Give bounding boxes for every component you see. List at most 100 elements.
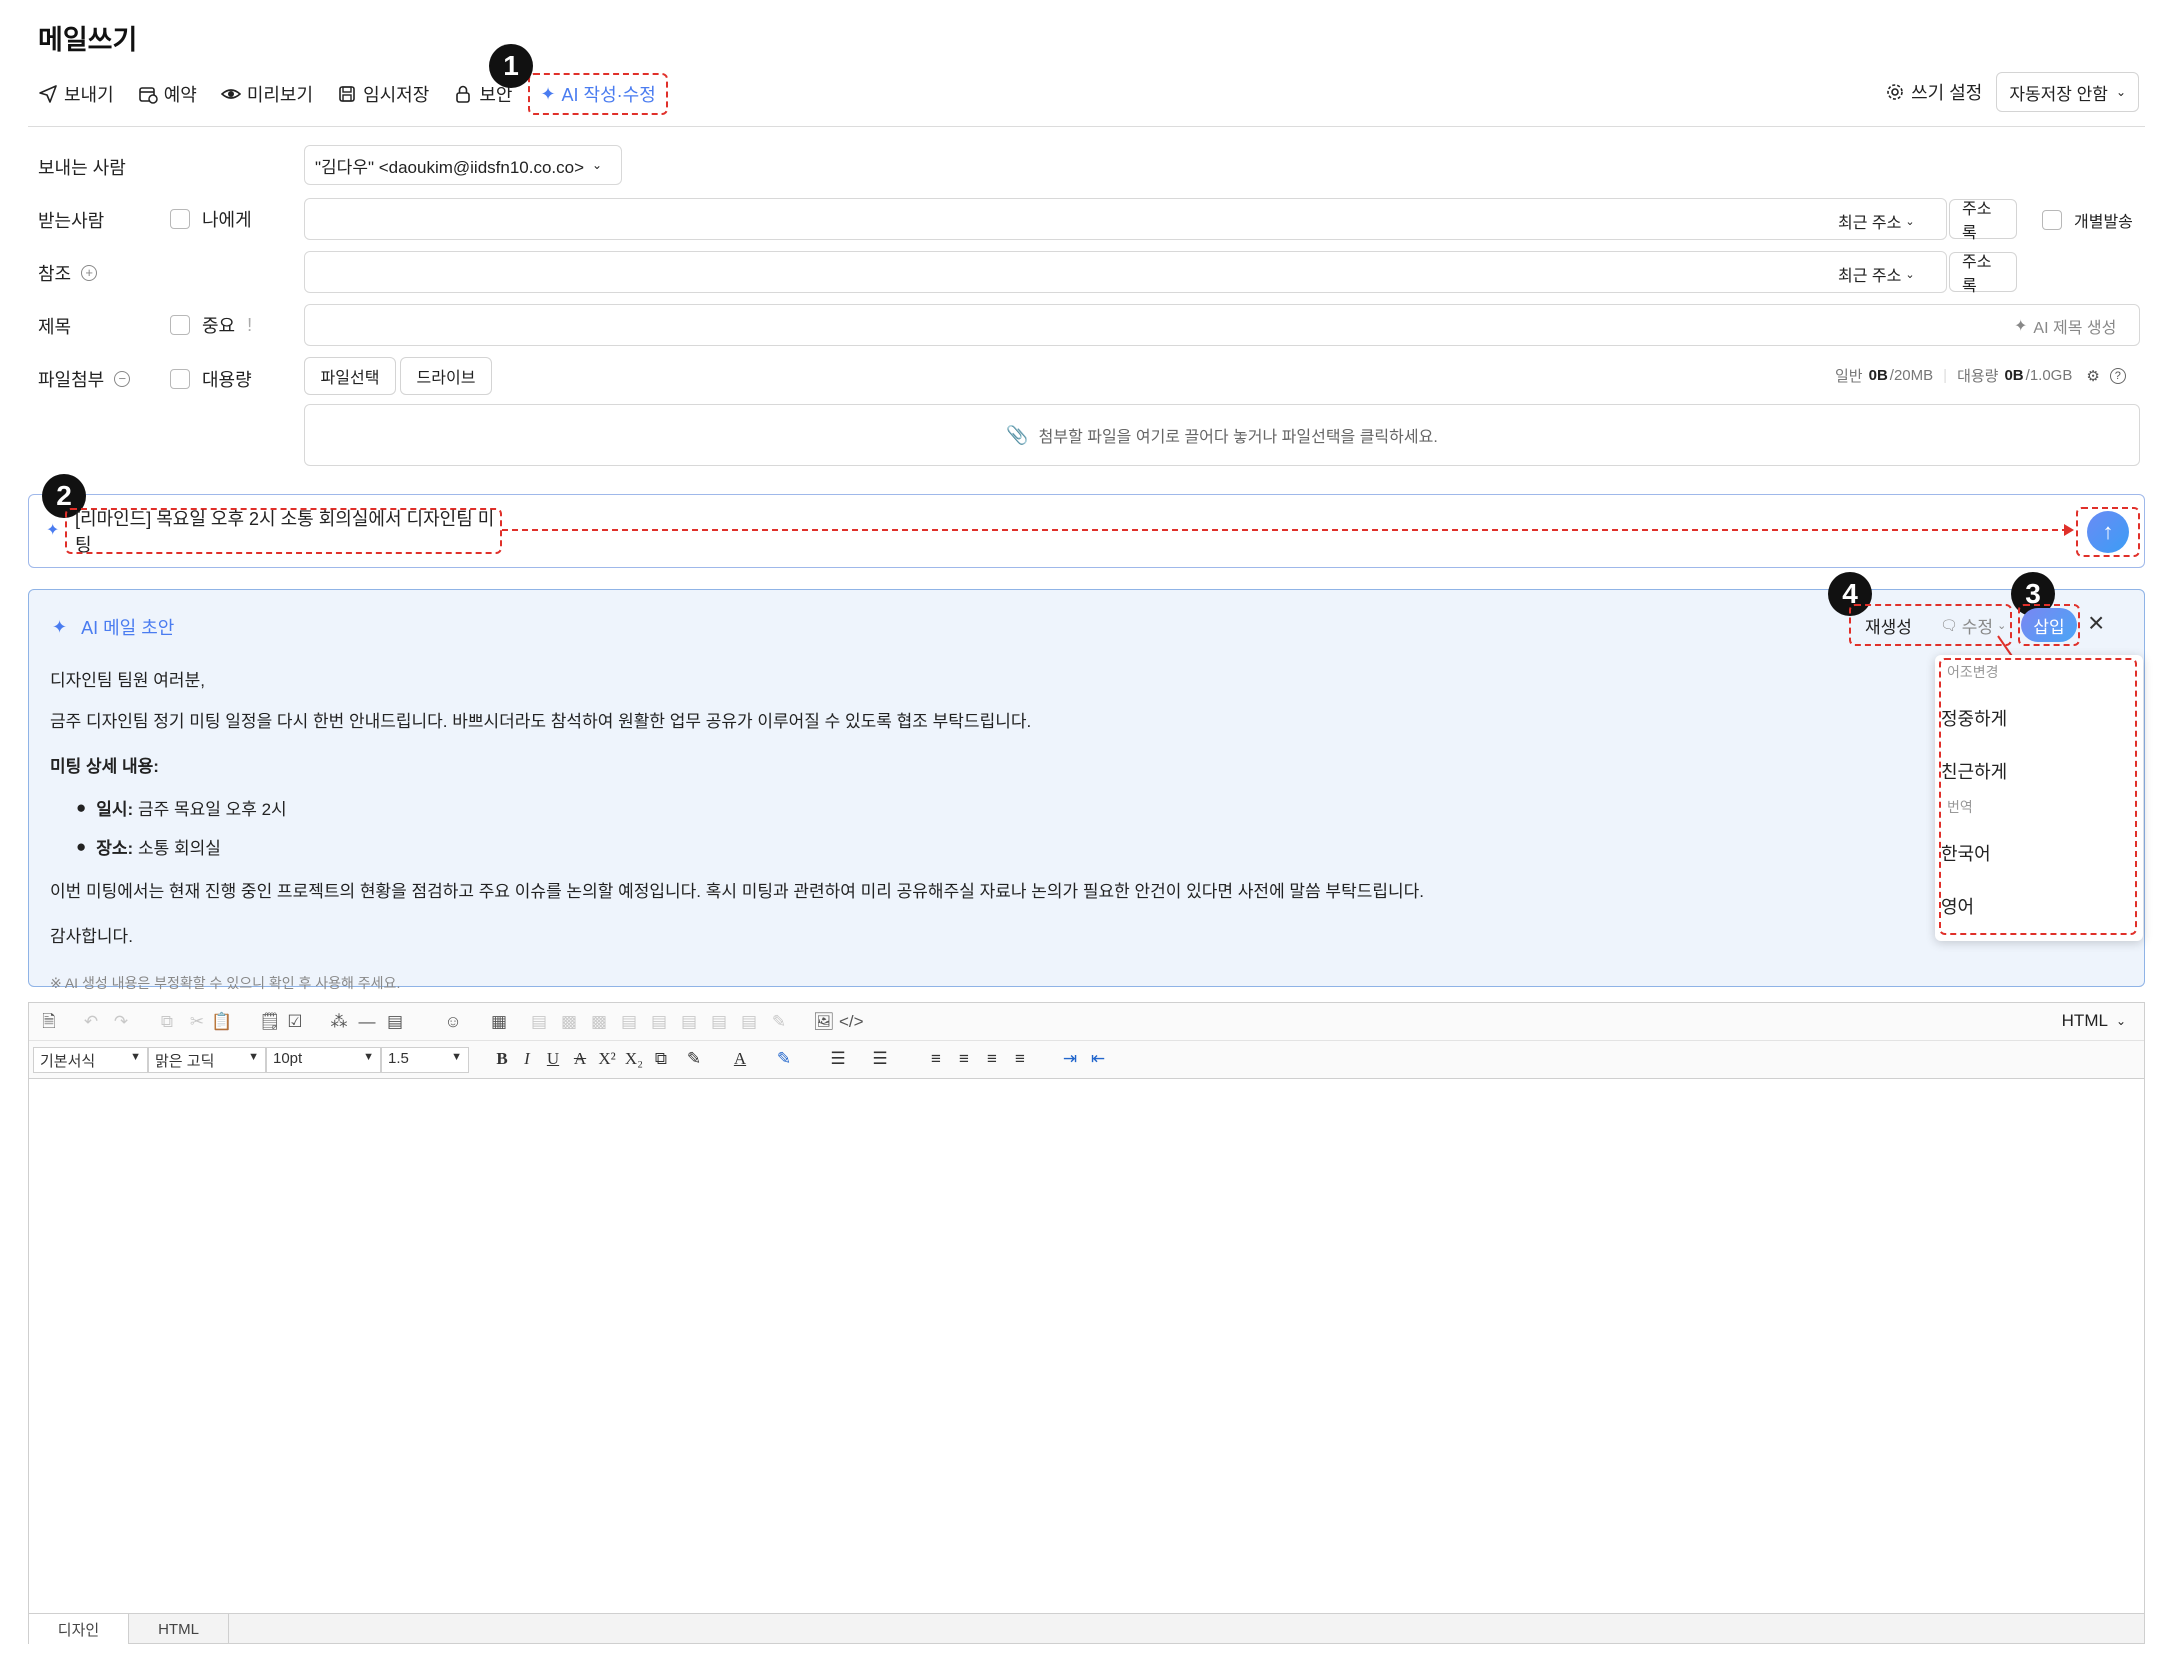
superscript-icon[interactable]: X² xyxy=(596,1049,618,1069)
merge-cells-icon[interactable]: ▩ xyxy=(559,1012,579,1032)
font-color-icon[interactable]: A xyxy=(729,1049,751,1069)
italic-icon[interactable]: I xyxy=(516,1049,538,1069)
to-address-book-button[interactable]: 주소록 xyxy=(1949,199,2017,242)
menu-item-english[interactable]: 영어 xyxy=(1933,893,1974,919)
gear-icon[interactable]: ⚙ xyxy=(2086,367,2099,385)
send-prompt-button[interactable]: ↑ xyxy=(2087,511,2129,553)
copy-icon[interactable]: ⧉ xyxy=(157,1012,177,1032)
align-center-icon[interactable]: ≡ xyxy=(953,1049,975,1069)
checkbox[interactable] xyxy=(170,315,190,335)
size-select[interactable]: 10pt ▼ xyxy=(266,1047,381,1073)
ordered-list-icon[interactable]: ☰ xyxy=(827,1049,849,1069)
strikethrough-icon[interactable]: A xyxy=(569,1049,591,1069)
delete-row-icon[interactable]: ▤ xyxy=(679,1012,699,1032)
file-drop-zone[interactable]: 📎 첨부할 파일을 여기로 끌어다 놓거나 파일선택을 클릭하세요. xyxy=(304,404,2140,466)
draft-greeting: 디자인팀 팀원 여러분, xyxy=(50,671,205,690)
delete-col-icon[interactable]: ▤ xyxy=(739,1012,759,1032)
cc-recent-address-select[interactable]: 최근 주소 ⌄ xyxy=(1838,262,1915,286)
unordered-list-icon[interactable]: ☰ xyxy=(869,1049,891,1069)
code-icon[interactable]: </> xyxy=(839,1012,864,1032)
translate-header: 번역 xyxy=(1947,799,1973,815)
menu-item-friendly[interactable]: 친근하게 xyxy=(1933,758,2007,784)
ai-subject-button[interactable]: ✦ AI 제목 생성 xyxy=(2014,314,2116,338)
special-char-icon[interactable]: ⁂ xyxy=(329,1012,349,1032)
split-cells-icon[interactable]: ▩ xyxy=(589,1012,609,1032)
large-file-checkbox[interactable]: 대용량 xyxy=(170,366,252,392)
new-doc-icon[interactable]: 🗎 xyxy=(39,1012,59,1032)
menu-item-korean[interactable]: 한국어 xyxy=(1933,840,1991,866)
table-style-icon[interactable]: ▤ xyxy=(529,1012,549,1032)
insert-col-icon[interactable]: ▤ xyxy=(709,1012,729,1032)
align-right-icon[interactable]: ≡ xyxy=(981,1049,1003,1069)
reserve-button[interactable]: 예약 xyxy=(138,81,197,107)
to-input[interactable] xyxy=(304,198,1947,240)
template-icon[interactable]: ▤ xyxy=(385,1012,405,1032)
cc-address-book-button[interactable]: 주소록 xyxy=(1949,252,2017,295)
important-checkbox[interactable]: 중요 ! xyxy=(170,312,252,338)
draft-bullet-list: ● 일시: 금주 목요일 오후 2시 ● 장소: 소통 회의실 xyxy=(50,795,1930,859)
to-self-label: 나에게 xyxy=(202,210,252,230)
regenerate-button[interactable]: 재생성 xyxy=(1865,613,1912,638)
subscript-icon[interactable]: X₂ xyxy=(623,1049,645,1069)
compose-toolbar: 보내기 예약 미리보기 임시저장 보안 ✦ AI 작성·수정 xyxy=(38,73,692,115)
send-button[interactable]: 보내기 xyxy=(38,81,114,107)
ai-compose-button[interactable]: ✦ AI 작성·수정 xyxy=(528,73,668,115)
clear-format-icon[interactable]: ⧉ xyxy=(650,1049,672,1069)
line-height-select[interactable]: 1.5 ▼ xyxy=(381,1047,469,1073)
ai-prompt-text: [리마인드] 목요일 오후 2시 소통 회의실에서 디자인팀 미팅 xyxy=(75,509,495,555)
ai-prompt-input[interactable]: [리마인드] 목요일 오후 2시 소통 회의실에서 디자인팀 미팅 xyxy=(65,508,502,555)
close-icon[interactable]: × xyxy=(2088,609,2104,637)
bold-icon[interactable]: B xyxy=(491,1049,513,1069)
paste-icon[interactable]: 📋 xyxy=(211,1012,232,1032)
redo-icon[interactable]: ↷ xyxy=(111,1012,131,1032)
checkbox[interactable] xyxy=(170,369,190,389)
cut-icon[interactable]: ✂ xyxy=(187,1012,207,1032)
find-icon[interactable]: 🗒 xyxy=(259,1012,281,1032)
drive-button[interactable]: 드라이브 xyxy=(400,357,492,395)
highlight-color-icon[interactable]: ✎ xyxy=(773,1049,795,1069)
help-icon[interactable]: ? xyxy=(2109,367,2126,384)
preview-button[interactable]: 미리보기 xyxy=(220,81,313,107)
emoji-icon[interactable]: ☺ xyxy=(443,1012,463,1032)
cc-label-group: 참조 + xyxy=(38,260,98,286)
undo-icon[interactable]: ↶ xyxy=(81,1012,101,1032)
subject-input[interactable] xyxy=(304,304,2140,346)
align-justify-icon[interactable]: ≡ xyxy=(1009,1049,1031,1069)
minus-circle-icon[interactable]: − xyxy=(114,371,131,387)
cc-input[interactable] xyxy=(304,251,1947,293)
insert-button[interactable]: 삽입 xyxy=(2021,608,2077,642)
insert-row-icon[interactable]: ▤ xyxy=(649,1012,669,1032)
bullet-value: 소통 회의실 xyxy=(133,839,221,858)
send-prompt-wrapper: ↑ xyxy=(2076,507,2140,557)
sender-select[interactable]: "김다우" <daoukim@iidsfn10.co.co> ⌄ xyxy=(304,145,622,185)
editor-mode-select[interactable]: HTML ⌄ xyxy=(2062,1011,2126,1031)
style-select[interactable]: 기본서식 ▼ xyxy=(33,1047,148,1073)
format-painter-icon[interactable]: ✎ xyxy=(683,1049,705,1069)
file-select-button[interactable]: 파일선택 xyxy=(304,357,396,395)
spellcheck-icon[interactable]: ☑ xyxy=(285,1012,305,1032)
bullet-dot: ● xyxy=(76,797,87,817)
align-left-icon[interactable]: ≡ xyxy=(925,1049,947,1069)
plus-circle-icon[interactable]: + xyxy=(81,265,98,281)
font-select[interactable]: 맑은 고딕 ▼ xyxy=(148,1047,266,1073)
recent-address-select[interactable]: 최근 주소 ⌄ xyxy=(1838,209,1915,233)
to-self-checkbox[interactable]: 나에게 xyxy=(170,206,252,232)
draft-save-button[interactable]: 임시저장 xyxy=(337,81,429,107)
editor-content-area[interactable] xyxy=(29,1081,2144,1614)
image-icon[interactable]: 🖼 xyxy=(813,1012,835,1032)
indent-icon[interactable]: ⇥ xyxy=(1059,1049,1081,1069)
autosave-select[interactable]: 자동저장 안함 ⌄ xyxy=(1996,72,2139,112)
table-icon[interactable]: ▦ xyxy=(489,1012,509,1032)
underline-icon[interactable]: U xyxy=(542,1049,564,1069)
cell-props-icon[interactable]: ▤ xyxy=(619,1012,639,1032)
individual-send-checkbox[interactable]: 개별발송 xyxy=(2042,208,2133,232)
tab-html[interactable]: HTML xyxy=(129,1614,229,1644)
write-settings-button[interactable]: 쓰기 설정 xyxy=(1885,79,1982,105)
outdent-icon[interactable]: ⇤ xyxy=(1087,1049,1109,1069)
horizontal-line-icon[interactable]: — xyxy=(357,1012,377,1032)
checkbox[interactable] xyxy=(170,209,190,229)
tab-design[interactable]: 디자인 xyxy=(29,1614,129,1644)
cell-color-icon[interactable]: ✎ xyxy=(769,1012,789,1032)
checkbox[interactable] xyxy=(2042,210,2062,230)
menu-item-polite[interactable]: 정중하게 xyxy=(1933,705,2007,731)
